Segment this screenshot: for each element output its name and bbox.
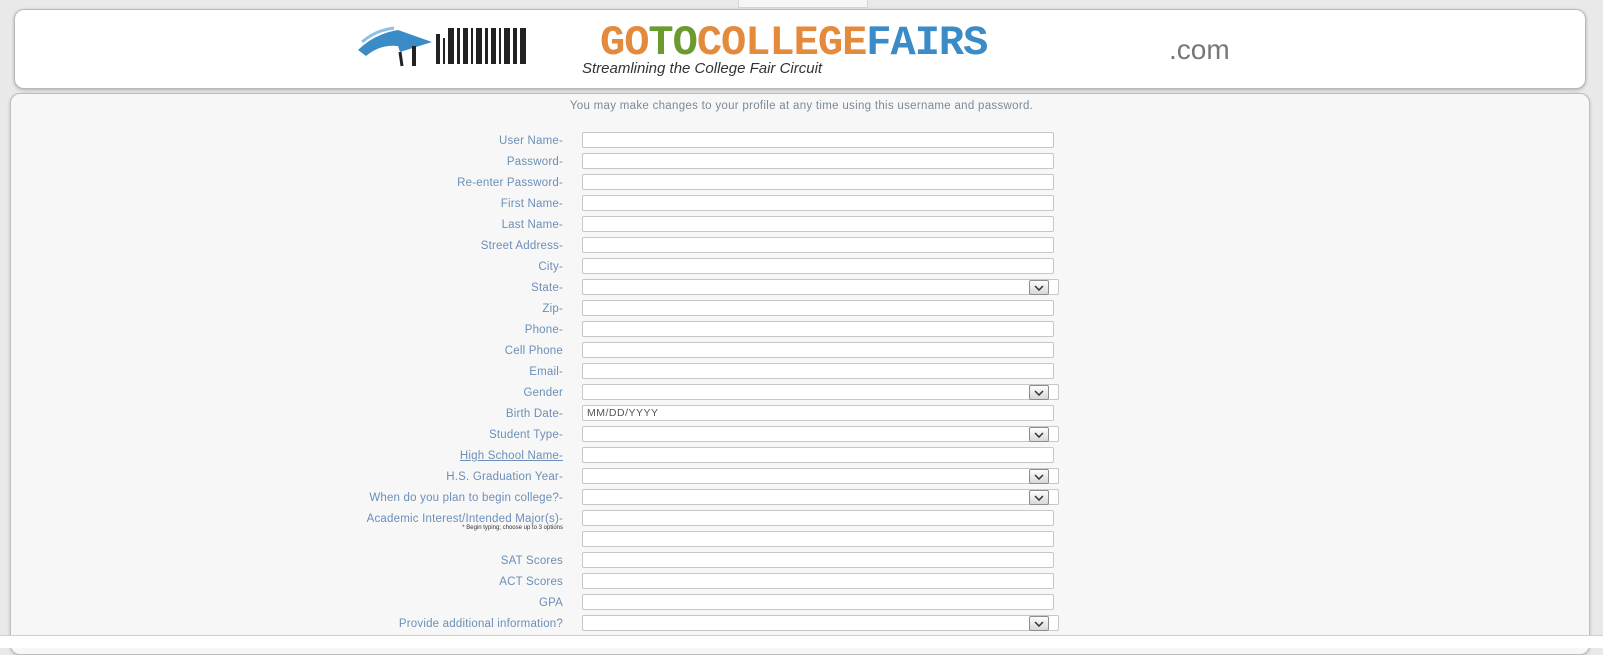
field-label: Academic Interest/Intended Major(s)- bbox=[366, 513, 563, 525]
form-row: ACT Scores bbox=[0, 573, 1603, 593]
text-field[interactable] bbox=[582, 258, 1054, 274]
form-row: GPA bbox=[0, 594, 1603, 614]
dropdown-field[interactable] bbox=[582, 489, 1059, 505]
text-field[interactable] bbox=[582, 195, 1054, 211]
dropdown-arrow-button[interactable] bbox=[1029, 616, 1049, 631]
text-field[interactable]: MM/DD/YYYY bbox=[582, 405, 1054, 421]
form-row: Street Address- bbox=[0, 237, 1603, 257]
text-field[interactable] bbox=[582, 363, 1054, 379]
logo-suffix: .com bbox=[1169, 34, 1230, 65]
field-label: Re-enter Password- bbox=[457, 177, 563, 189]
chevron-down-icon bbox=[1034, 431, 1044, 438]
high-school-name-link[interactable]: High School Name- bbox=[143, 450, 563, 462]
chevron-down-icon bbox=[1034, 284, 1044, 291]
text-field[interactable] bbox=[582, 342, 1054, 358]
field-label: SAT Scores bbox=[500, 555, 563, 567]
text-field[interactable] bbox=[582, 153, 1054, 169]
field-label: First Name- bbox=[500, 198, 563, 210]
dropdown-field[interactable] bbox=[582, 426, 1059, 442]
page-bottom-bar bbox=[0, 635, 1603, 648]
field-label: Email- bbox=[529, 366, 563, 378]
field-label: GPA bbox=[538, 597, 563, 609]
form-row: Last Name- bbox=[0, 216, 1603, 236]
field-label: Gender bbox=[523, 387, 563, 399]
dropdown-arrow-button[interactable] bbox=[1029, 280, 1049, 295]
chevron-down-icon bbox=[1034, 620, 1044, 627]
text-field[interactable] bbox=[582, 552, 1054, 568]
form-row: City- bbox=[0, 258, 1603, 278]
field-label: City- bbox=[538, 261, 563, 273]
field-label: Last Name- bbox=[501, 219, 563, 231]
text-field[interactable] bbox=[582, 594, 1054, 610]
field-label: H.S. Graduation Year- bbox=[446, 471, 563, 483]
form-row: SAT Scores bbox=[0, 552, 1603, 572]
form-row: Academic Interest/Intended Major(s)- * Be… bbox=[0, 510, 1603, 531]
field-label: When do you plan to begin college?- bbox=[369, 492, 563, 504]
text-field[interactable] bbox=[582, 132, 1054, 148]
field-label: Cell Phone bbox=[504, 345, 563, 357]
graduation-cap-icon bbox=[358, 26, 432, 67]
field-label: Zip- bbox=[542, 303, 563, 315]
form-row: High School Name- bbox=[0, 447, 1603, 467]
field-label: State- bbox=[531, 282, 563, 294]
form-intro-text: You may make changes to your profile at … bbox=[569, 100, 1034, 112]
dropdown-field[interactable] bbox=[582, 279, 1059, 295]
chevron-down-icon bbox=[1034, 389, 1044, 396]
form-row bbox=[0, 531, 1603, 551]
form-row: Phone- bbox=[0, 321, 1603, 341]
form-row: Re-enter Password- bbox=[0, 174, 1603, 194]
form-row: Provide additional information? bbox=[0, 615, 1603, 635]
text-field[interactable] bbox=[582, 300, 1054, 316]
logo-word-fairs: FAIRS bbox=[866, 19, 988, 67]
field-label: Password- bbox=[506, 156, 563, 168]
field-label: User Name- bbox=[499, 135, 563, 147]
form-row: H.S. Graduation Year- bbox=[0, 468, 1603, 488]
dropdown-arrow-button[interactable] bbox=[1029, 385, 1049, 400]
text-field[interactable] bbox=[582, 447, 1054, 463]
form-row: Password- bbox=[0, 153, 1603, 173]
site-logo[interactable]: GOTOCOLLEGEFAIRS .com Streamlining the C… bbox=[354, 18, 1254, 80]
field-label: Phone- bbox=[524, 324, 563, 336]
form-row: Email- bbox=[0, 363, 1603, 383]
text-field[interactable] bbox=[582, 531, 1054, 547]
field-label: ACT Scores bbox=[499, 576, 563, 588]
form-row: First Name- bbox=[0, 195, 1603, 215]
form-row: Zip- bbox=[0, 300, 1603, 320]
text-field[interactable] bbox=[582, 237, 1054, 253]
field-label: Student Type- bbox=[489, 429, 563, 441]
form-row: Student Type- bbox=[0, 426, 1603, 446]
top-tab bbox=[738, 0, 868, 8]
dropdown-arrow-button[interactable] bbox=[1029, 490, 1049, 505]
dropdown-arrow-button[interactable] bbox=[1029, 469, 1049, 484]
text-field[interactable] bbox=[582, 573, 1054, 589]
field-label: Street Address- bbox=[480, 240, 563, 252]
text-field[interactable] bbox=[582, 174, 1054, 190]
text-field[interactable] bbox=[582, 216, 1054, 232]
dropdown-field[interactable] bbox=[582, 384, 1059, 400]
field-label: Provide additional information? bbox=[398, 618, 563, 630]
form-row: Cell Phone bbox=[0, 342, 1603, 362]
form-row: State- bbox=[0, 279, 1603, 299]
form-row: User Name- bbox=[0, 132, 1603, 152]
logo-tagline: Streamlining the College Fair Circuit bbox=[582, 60, 823, 77]
form-row: When do you plan to begin college?- bbox=[0, 489, 1603, 509]
dropdown-field[interactable] bbox=[582, 615, 1059, 631]
text-field[interactable] bbox=[582, 321, 1054, 337]
chevron-down-icon bbox=[1034, 473, 1044, 480]
form-row: Birth Date- MM/DD/YYYY bbox=[0, 405, 1603, 425]
field-label: Birth Date- bbox=[505, 408, 563, 420]
dropdown-arrow-button[interactable] bbox=[1029, 427, 1049, 442]
chevron-down-icon bbox=[1034, 494, 1044, 501]
dropdown-field[interactable] bbox=[582, 468, 1059, 484]
text-field[interactable] bbox=[582, 510, 1054, 526]
barcode-graphic bbox=[436, 28, 529, 64]
form-row: Gender bbox=[0, 384, 1603, 404]
